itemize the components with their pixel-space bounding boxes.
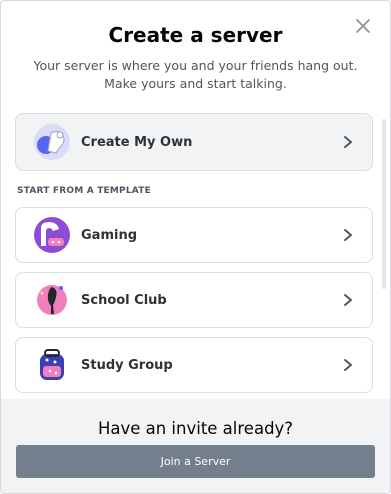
create-my-own-label: Create My Own [81,134,193,150]
template-label-gaming: Gaming [81,227,138,243]
study-group-icon [40,349,64,380]
template-section-title: START FROM A TEMPLATE [17,186,151,196]
chevron-right-icon [344,294,352,306]
options-scrollbar[interactable] [382,119,386,289]
options-list[interactable]: Create My Own START FROM A TEMPLATE Gami… [15,111,375,401]
create-server-modal: Create a server Your server is where you… [0,0,391,494]
chevron-right-icon [344,229,352,241]
template-option-school-club[interactable]: School Club [15,272,373,328]
modal-title: Create a server [108,23,283,47]
modal-subtitle: Your server is where you and your friend… [33,58,358,91]
template-label-school-club: School Club [81,292,167,308]
gaming-icon [34,217,70,253]
school-club-icon [37,285,67,315]
chevron-right-icon [344,359,352,371]
create-my-own-option[interactable]: Create My Own [15,113,373,171]
create-own-icon [34,124,70,160]
chevron-right-icon [344,136,352,148]
join-server-button[interactable]: Join a Server [16,445,375,478]
template-option-study-group[interactable]: Study Group [15,337,373,393]
template-label-study-group: Study Group [81,357,173,373]
modal-footer: Have an invite already? Join a Server [1,399,390,493]
invite-prompt: Have an invite already? [97,419,294,438]
template-option-gaming[interactable]: Gaming [15,207,373,263]
